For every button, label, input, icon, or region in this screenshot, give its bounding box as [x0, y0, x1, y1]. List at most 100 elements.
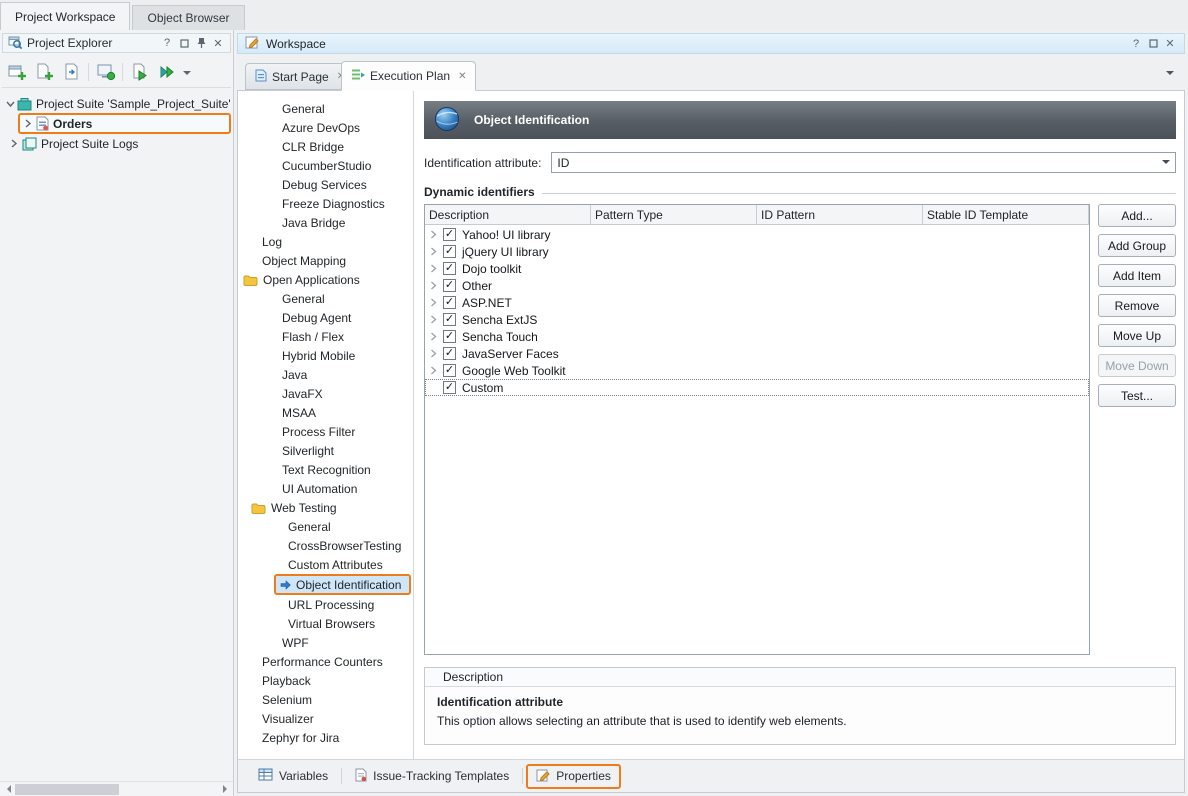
- column-header[interactable]: Stable ID Template: [923, 205, 1089, 224]
- table-row[interactable]: Google Web Toolkit: [425, 362, 1089, 379]
- table-row[interactable]: Custom: [425, 379, 1089, 396]
- options-nav-item[interactable]: Silverlight: [238, 441, 413, 460]
- action-button[interactable]: Add...: [1098, 204, 1176, 227]
- chevron-down-icon[interactable]: [6, 99, 15, 108]
- options-nav-item[interactable]: Log: [238, 232, 413, 251]
- options-nav-item[interactable]: Object Identification: [274, 574, 411, 595]
- run-test-icon[interactable]: [127, 59, 152, 84]
- options-nav-item[interactable]: Object Mapping: [238, 251, 413, 270]
- row-checkbox[interactable]: [443, 313, 456, 326]
- options-nav-item[interactable]: Debug Agent: [238, 308, 413, 327]
- action-button[interactable]: Add Item: [1098, 264, 1176, 287]
- tab-start-page[interactable]: Start Page ✕: [245, 63, 355, 90]
- row-checkbox[interactable]: [443, 330, 456, 343]
- options-nav-item[interactable]: Hybrid Mobile: [238, 346, 413, 365]
- expand-chevron-icon[interactable]: [429, 298, 438, 307]
- scroll-right-icon[interactable]: [218, 782, 233, 796]
- action-button[interactable]: Test...: [1098, 384, 1176, 407]
- table-row[interactable]: ASP.NET: [425, 294, 1089, 311]
- expand-chevron-icon[interactable]: [429, 281, 438, 290]
- scroll-left-icon[interactable]: [0, 782, 15, 796]
- add-project-suite-icon[interactable]: [5, 59, 30, 84]
- row-checkbox[interactable]: [443, 364, 456, 377]
- options-nav-item[interactable]: Java: [238, 365, 413, 384]
- column-header[interactable]: Description: [425, 205, 591, 224]
- chevron-right-icon[interactable]: [8, 139, 20, 148]
- maximize-icon[interactable]: [1146, 37, 1160, 51]
- options-nav-item[interactable]: Java Bridge: [238, 213, 413, 232]
- table-row[interactable]: Sencha Touch: [425, 328, 1089, 345]
- record-test-icon[interactable]: [93, 59, 118, 84]
- tree-item-orders[interactable]: Orders: [18, 113, 231, 134]
- options-nav-item[interactable]: CrossBrowserTesting: [238, 536, 413, 555]
- table-row[interactable]: Yahoo! UI library: [425, 226, 1089, 243]
- options-nav-item[interactable]: Custom Attributes: [238, 555, 413, 574]
- options-nav-item[interactable]: General: [238, 517, 413, 536]
- expand-chevron-icon[interactable]: [429, 230, 438, 239]
- action-button[interactable]: Move Up: [1098, 324, 1176, 347]
- expand-chevron-icon[interactable]: [429, 264, 438, 273]
- action-button[interactable]: Add Group: [1098, 234, 1176, 257]
- tab-properties[interactable]: Properties: [526, 764, 621, 789]
- expand-chevron-icon[interactable]: [429, 315, 438, 324]
- close-tab-icon[interactable]: ✕: [458, 71, 466, 82]
- run-project-suite-icon[interactable]: [154, 59, 179, 84]
- options-nav-item[interactable]: URL Processing: [238, 595, 413, 614]
- row-checkbox[interactable]: [443, 228, 456, 241]
- options-nav-item[interactable]: Freeze Diagnostics: [238, 194, 413, 213]
- options-nav-item[interactable]: Azure DevOps: [238, 118, 413, 137]
- tab-variables[interactable]: Variables: [248, 764, 338, 788]
- chevron-right-icon[interactable]: [22, 119, 34, 128]
- options-nav-item[interactable]: General: [238, 99, 413, 118]
- toolbar-dropdown-caret-icon[interactable]: [183, 71, 191, 79]
- options-nav-item[interactable]: Virtual Browsers: [238, 614, 413, 633]
- table-row[interactable]: Other: [425, 277, 1089, 294]
- options-nav-item[interactable]: Open Applications: [238, 270, 413, 289]
- table-row[interactable]: jQuery UI library: [425, 243, 1089, 260]
- options-nav-item[interactable]: CLR Bridge: [238, 137, 413, 156]
- row-checkbox[interactable]: [443, 296, 456, 309]
- options-nav-item[interactable]: Performance Counters: [238, 652, 413, 671]
- pin-icon[interactable]: [194, 36, 208, 50]
- maximize-icon[interactable]: [177, 36, 191, 50]
- close-icon[interactable]: ✕: [211, 36, 225, 50]
- open-item-icon[interactable]: [59, 59, 84, 84]
- help-icon[interactable]: ?: [1129, 37, 1143, 51]
- options-nav-item[interactable]: WPF: [238, 633, 413, 652]
- options-nav-item[interactable]: Flash / Flex: [238, 327, 413, 346]
- column-header[interactable]: ID Pattern: [757, 205, 923, 224]
- options-nav-item[interactable]: General: [238, 289, 413, 308]
- tab-list-dropdown-icon[interactable]: [1166, 71, 1174, 79]
- table-row[interactable]: Sencha ExtJS: [425, 311, 1089, 328]
- action-button[interactable]: Remove: [1098, 294, 1176, 317]
- options-nav-item[interactable]: Process Filter: [238, 422, 413, 441]
- action-button[interactable]: Move Down: [1098, 354, 1176, 377]
- options-nav-item[interactable]: MSAA: [238, 403, 413, 422]
- tab-issue-tracking-templates[interactable]: Issue-Tracking Templates: [345, 764, 519, 789]
- table-row[interactable]: JavaServer Faces: [425, 345, 1089, 362]
- row-checkbox[interactable]: [443, 279, 456, 292]
- expand-chevron-icon[interactable]: [429, 366, 438, 375]
- tree-item-project-suite[interactable]: Project Suite 'Sample_Project_Suite' (1 …: [0, 94, 233, 113]
- tree-item-project-suite-logs[interactable]: Project Suite Logs: [0, 134, 233, 153]
- add-new-item-icon[interactable]: [32, 59, 57, 84]
- app-tab[interactable]: Object Browser: [132, 5, 244, 30]
- options-nav-item[interactable]: UI Automation: [238, 479, 413, 498]
- row-checkbox[interactable]: [443, 262, 456, 275]
- tab-execution-plan[interactable]: Execution Plan ✕: [341, 61, 476, 91]
- options-nav-item[interactable]: Playback: [238, 671, 413, 690]
- options-nav-item[interactable]: Web Testing: [238, 498, 413, 517]
- options-nav-item[interactable]: CucumberStudio: [238, 156, 413, 175]
- column-header[interactable]: Pattern Type: [591, 205, 757, 224]
- table-row[interactable]: Dojo toolkit: [425, 260, 1089, 277]
- horizontal-scrollbar[interactable]: [0, 781, 233, 796]
- row-checkbox[interactable]: [443, 381, 456, 394]
- options-nav-item[interactable]: Zephyr for Jira: [238, 728, 413, 747]
- close-icon[interactable]: ✕: [1163, 37, 1177, 51]
- expand-chevron-icon[interactable]: [429, 247, 438, 256]
- row-checkbox[interactable]: [443, 245, 456, 258]
- options-nav-item[interactable]: Selenium: [238, 690, 413, 709]
- scrollbar-thumb[interactable]: [15, 784, 119, 795]
- expand-chevron-icon[interactable]: [429, 349, 438, 358]
- app-tab[interactable]: Project Workspace: [0, 2, 130, 30]
